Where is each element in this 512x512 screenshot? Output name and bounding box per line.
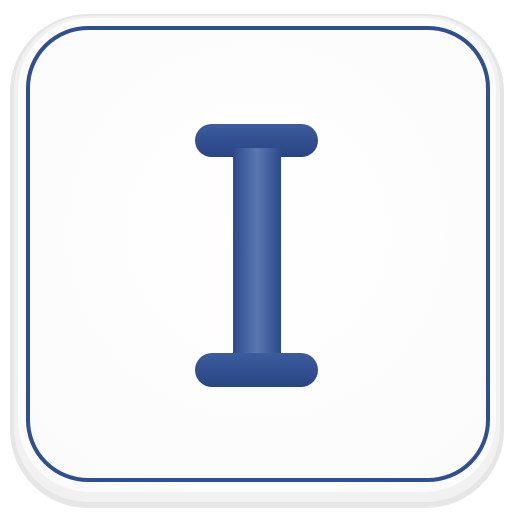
glyph-bottom-serif	[195, 353, 318, 387]
icon-canvas	[0, 0, 512, 512]
app-icon	[10, 14, 504, 508]
glyph-stem	[233, 148, 281, 366]
